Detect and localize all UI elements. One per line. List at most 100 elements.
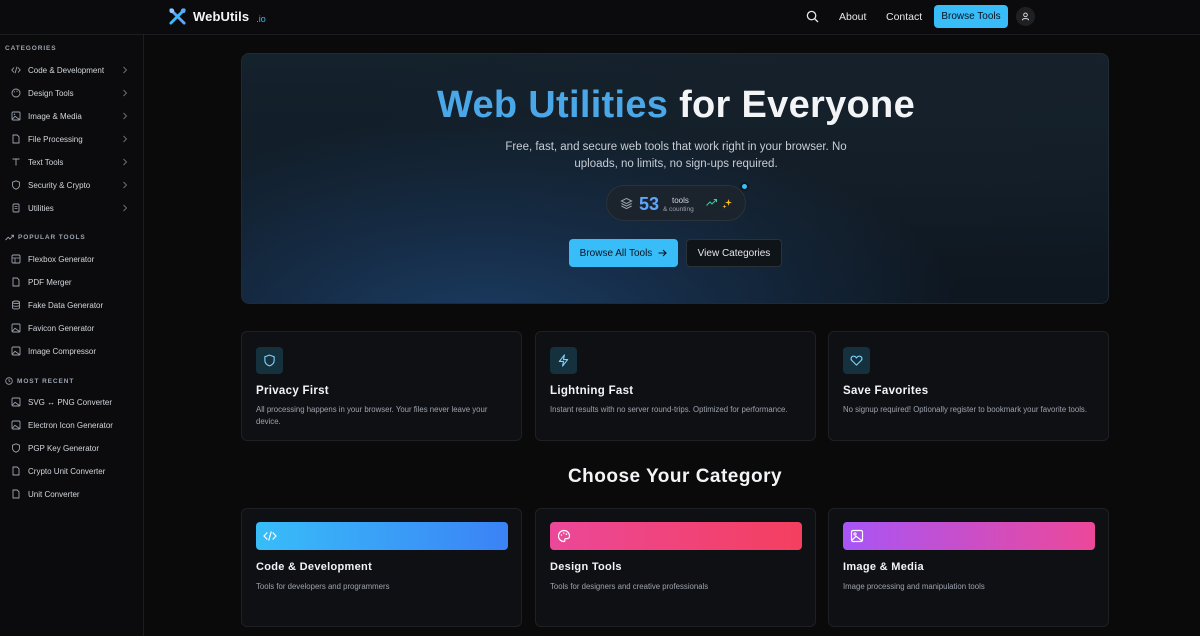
- sidebar-item-label: Text Tools: [28, 157, 64, 167]
- hero-title-highlight: Web Utilities: [437, 84, 669, 126]
- sidebar-item-image-compressor[interactable]: Image Compressor: [10, 343, 132, 359]
- sidebar-item-unit-converter[interactable]: Unit Converter: [10, 486, 132, 502]
- sidebar-item-label: Design Tools: [28, 88, 74, 98]
- nav-contact-link[interactable]: Contact: [886, 11, 922, 23]
- feature-title: Privacy First: [256, 385, 329, 397]
- chevron-right-icon: [123, 66, 128, 74]
- hero-title: Web Utilities for Everyone: [242, 84, 1110, 127]
- chevron-right-icon: [123, 181, 128, 189]
- sidebar-item-flexbox-generator[interactable]: Flexbox Generator: [10, 251, 132, 267]
- feature-description: No signup required! Optionally register …: [843, 405, 1087, 414]
- user-menu-button[interactable]: [1016, 7, 1035, 26]
- sidebar-item-label: File Processing: [28, 134, 83, 144]
- search-button[interactable]: [806, 10, 819, 23]
- category-description: Tools for developers and programmers: [256, 582, 390, 591]
- sidebar-item-pgp-key-generator[interactable]: PGP Key Generator: [10, 440, 132, 456]
- feature-card-favorites: Save Favorites No signup required! Optio…: [828, 331, 1109, 441]
- category-card-design[interactable]: Design Tools Tools for designers and cre…: [535, 508, 816, 627]
- chevron-right-icon: [123, 204, 128, 212]
- sidebar-item-label: Unit Converter: [28, 489, 80, 499]
- top-bar: WebUtils .io About Contact Browse Tools: [0, 0, 1200, 35]
- category-card-image[interactable]: Image & Media Image processing and manip…: [828, 508, 1109, 627]
- brand-name: WebUtils: [193, 9, 250, 24]
- sidebar-item-label: Flexbox Generator: [28, 254, 95, 264]
- sidebar-item-pdf-merger[interactable]: PDF Merger: [10, 274, 132, 290]
- sidebar: CATEGORIES Code & Development Design Too…: [0, 35, 144, 636]
- view-categories-button[interactable]: View Categories: [686, 239, 782, 267]
- code-icon: [263, 531, 277, 541]
- sidebar-item-security[interactable]: Security & Crypto: [10, 177, 132, 193]
- sidebar-item-design[interactable]: Design Tools: [10, 85, 132, 101]
- shield-icon: [12, 443, 20, 453]
- sidebar-heading-recent: MOST RECENT: [5, 377, 74, 385]
- sidebar-item-label: Electron Icon Generator: [28, 420, 113, 430]
- category-banner: [256, 522, 508, 550]
- image-icon: [11, 346, 21, 356]
- image-icon: [850, 529, 864, 543]
- user-icon: [1021, 12, 1030, 21]
- sidebar-item-file[interactable]: File Processing: [10, 131, 132, 147]
- sidebar-item-fake-data-generator[interactable]: Fake Data Generator: [10, 297, 132, 313]
- feature-card-privacy: Privacy First All processing happens in …: [241, 331, 522, 441]
- sidebar-item-label: Fake Data Generator: [28, 300, 104, 310]
- code-icon: [11, 66, 21, 74]
- category-card-code[interactable]: Code & Development Tools for developers …: [241, 508, 522, 627]
- sidebar-item-label: Image & Media: [28, 111, 82, 121]
- category-description: Tools for designers and creative profess…: [550, 582, 709, 591]
- tools-count-sublabel: & counting: [663, 206, 694, 213]
- feature-description: Instant results with no server round-tri…: [550, 405, 788, 414]
- file-icon: [12, 134, 20, 144]
- chevron-right-icon: [123, 89, 128, 97]
- tools-count-label: tools: [672, 196, 689, 205]
- category-title: Image & Media: [843, 561, 924, 573]
- category-title: Design Tools: [550, 561, 622, 573]
- live-indicator-dot: [740, 182, 749, 191]
- browse-all-tools-button[interactable]: Browse All Tools: [569, 239, 678, 267]
- sidebar-item-label: Favicon Generator: [28, 323, 95, 333]
- arrow-right-icon: [658, 249, 668, 257]
- file-icon: [12, 277, 20, 287]
- hero-section: Web Utilities for Everyone Free, fast, a…: [241, 53, 1109, 304]
- tools-count: 53: [639, 194, 660, 214]
- shield-icon: [264, 354, 275, 367]
- feature-description: All processing happens in your browser. …: [256, 405, 488, 426]
- sidebar-item-label: PDF Merger: [28, 277, 72, 287]
- browse-tools-button[interactable]: Browse Tools: [934, 5, 1008, 28]
- tools-counter: 53 tools & counting: [606, 182, 749, 221]
- logo[interactable]: WebUtils .io: [168, 7, 266, 26]
- layers-icon: [620, 197, 633, 210]
- sidebar-item-crypto-unit-converter[interactable]: Crypto Unit Converter: [10, 463, 132, 479]
- category-banner: [550, 522, 802, 550]
- hero-title-rest: for Everyone: [679, 84, 915, 126]
- sidebar-item-favicon-generator[interactable]: Favicon Generator: [10, 320, 132, 336]
- sidebar-item-code[interactable]: Code & Development: [10, 62, 132, 78]
- utilities-icon: [12, 203, 20, 213]
- sidebar-item-label: Security & Crypto: [28, 180, 91, 190]
- sidebar-item-svg-png-converter[interactable]: SVG ↔ PNG Converter: [10, 394, 132, 410]
- nav-about-link[interactable]: About: [839, 11, 866, 23]
- sidebar-item-electron-icon-generator[interactable]: Electron Icon Generator: [10, 417, 132, 433]
- image-icon: [11, 420, 21, 430]
- sidebar-item-label: Utilities: [28, 203, 54, 213]
- image-icon: [11, 111, 21, 121]
- search-icon: [806, 10, 819, 23]
- file-icon: [12, 489, 20, 499]
- brand-tld: .io: [256, 13, 266, 24]
- clock-icon: [5, 377, 13, 385]
- heart-icon: [850, 355, 863, 366]
- image-icon: [11, 323, 21, 333]
- sidebar-item-label: SVG ↔ PNG Converter: [28, 397, 113, 407]
- shield-icon: [12, 180, 20, 190]
- button-label: Browse All Tools: [579, 247, 653, 259]
- category-banner: [843, 522, 1095, 550]
- chevron-right-icon: [123, 158, 128, 166]
- sidebar-item-utilities[interactable]: Utilities: [10, 200, 132, 216]
- file-icon: [12, 466, 20, 476]
- trending-up-icon: [706, 199, 717, 206]
- category-description: Image processing and manipulation tools: [843, 582, 985, 591]
- sidebar-item-label: Crypto Unit Converter: [28, 466, 106, 476]
- sidebar-item-text[interactable]: Text Tools: [10, 154, 132, 170]
- sidebar-item-image[interactable]: Image & Media: [10, 108, 132, 124]
- feature-title: Save Favorites: [843, 385, 929, 397]
- tools-logo-icon: [169, 8, 186, 25]
